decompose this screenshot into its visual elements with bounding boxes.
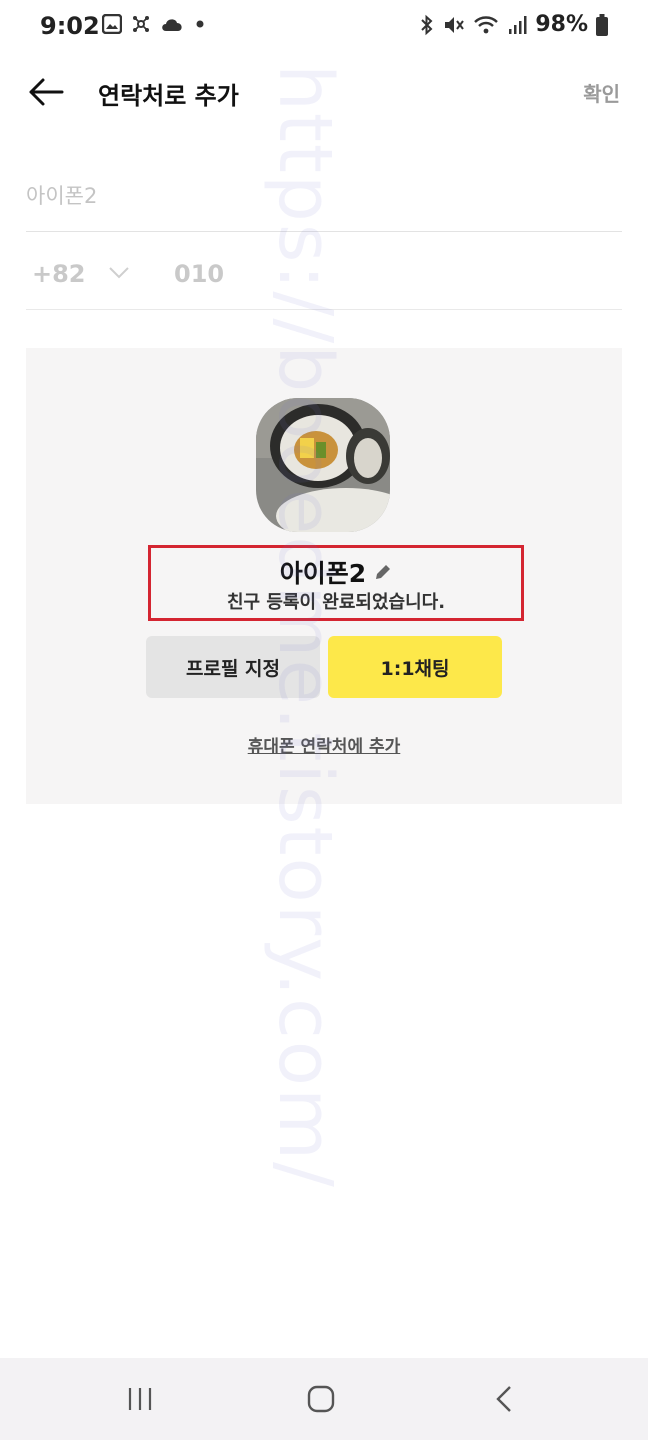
wifi-icon bbox=[474, 15, 499, 33]
bluetooth-icon bbox=[421, 14, 433, 35]
status-time: 9:02 bbox=[40, 12, 100, 40]
success-message: 친구 등록이 완료되었습니다. bbox=[226, 592, 446, 613]
chevron-down-icon[interactable] bbox=[108, 266, 130, 280]
status-bar: 9:02 98% bbox=[0, 0, 648, 56]
add-to-phone-contacts-link[interactable]: 휴대폰 연락처에 추가 bbox=[26, 732, 622, 757]
battery-percent: 98% bbox=[535, 12, 588, 37]
arrow-left-icon bbox=[29, 78, 64, 106]
network-icon bbox=[133, 16, 149, 32]
gallery-icon bbox=[102, 14, 122, 34]
friend-added-card: 아이폰2 친구 등록이 완료되었습니다. 프로필 지정 1:1채팅 휴대폰 연락… bbox=[26, 348, 622, 804]
recents-icon[interactable] bbox=[122, 1384, 158, 1414]
phone-field-row: +82 010 bbox=[26, 232, 622, 310]
profile-avatar bbox=[256, 398, 390, 532]
name-input[interactable]: 아이폰2 bbox=[26, 180, 97, 210]
name-field-row: 아이폰2 bbox=[26, 158, 622, 232]
signal-icon bbox=[509, 15, 527, 34]
confirm-button[interactable]: 확인 bbox=[583, 78, 620, 107]
cloud-icon bbox=[162, 19, 182, 31]
app-bar: 연락처로 추가 확인 bbox=[0, 60, 648, 124]
country-code-select[interactable]: +82 bbox=[32, 260, 86, 288]
phone-number-input[interactable]: 010 bbox=[174, 260, 224, 288]
home-icon[interactable] bbox=[306, 1384, 336, 1414]
pencil-icon[interactable] bbox=[374, 563, 392, 581]
dot-icon bbox=[196, 20, 204, 28]
mute-icon bbox=[445, 16, 465, 33]
navigation-bar bbox=[0, 1358, 648, 1440]
friend-name-row: 아이폰2 bbox=[151, 554, 521, 590]
status-icons-right: 98% bbox=[419, 12, 608, 37]
battery-icon bbox=[596, 13, 608, 36]
friend-name: 아이폰2 bbox=[279, 559, 367, 588]
profile-set-button[interactable]: 프로필 지정 bbox=[146, 636, 320, 698]
status-icons-left bbox=[102, 14, 207, 34]
page-title: 연락처로 추가 bbox=[98, 82, 239, 110]
back-button[interactable] bbox=[26, 74, 66, 110]
highlight-box: 아이폰2 친구 등록이 완료되었습니다. bbox=[148, 545, 524, 621]
nav-back-icon[interactable] bbox=[492, 1384, 516, 1414]
chat-button[interactable]: 1:1채팅 bbox=[328, 636, 502, 698]
